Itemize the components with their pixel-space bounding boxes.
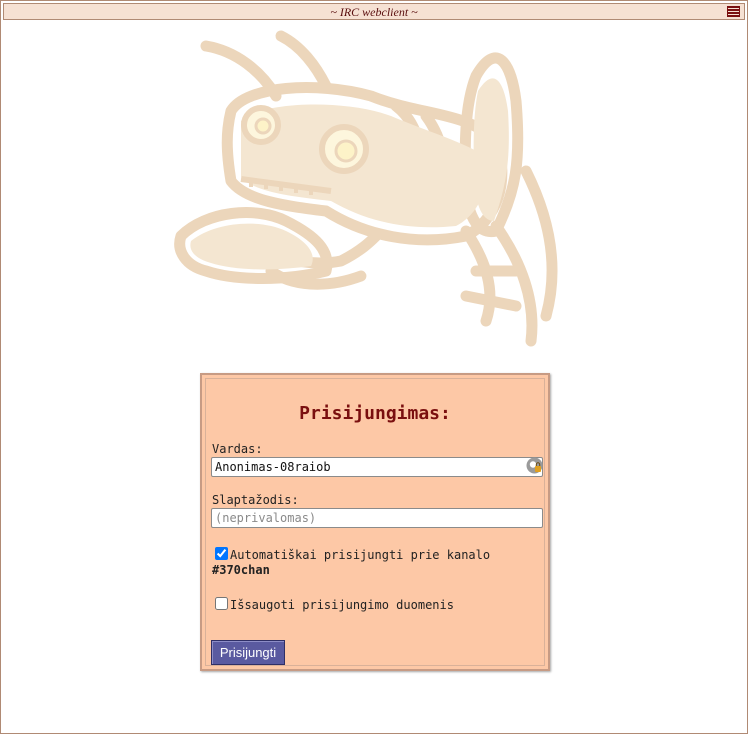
hamburger-menu-icon[interactable] — [727, 6, 740, 17]
connect-button[interactable]: Prisijungti — [211, 640, 285, 665]
shrimp-mascot-logo — [174, 30, 558, 347]
password-input[interactable] — [211, 508, 543, 528]
nickname-input[interactable] — [211, 457, 543, 477]
key-lock-icon[interactable] — [526, 457, 543, 474]
login-panel: Prisijungimas: Vardas: Slaptažodis: Auto… — [200, 373, 550, 671]
window-title: ~ IRC webclient ~ — [330, 5, 418, 19]
autojoin-channel: #370chan — [212, 563, 270, 577]
login-form: Prisijungimas: Vardas: Slaptažodis: Auto… — [205, 378, 545, 666]
remember-checkbox[interactable] — [215, 597, 228, 610]
title-bar: ~ IRC webclient ~ — [3, 3, 745, 20]
autojoin-checkbox[interactable] — [215, 547, 228, 560]
login-heading: Prisijungimas: — [299, 403, 451, 424]
password-label: Slaptažodis: — [212, 493, 299, 507]
app-window: ~ IRC webclient ~ Prisijungimas: Vardas:… — [0, 0, 748, 734]
remember-label: Išsaugoti prisijungimo duomenis — [230, 598, 454, 612]
nickname-label: Vardas: — [212, 442, 263, 456]
autojoin-label: Automatiškai prisijungti prie kanalo — [230, 548, 491, 562]
